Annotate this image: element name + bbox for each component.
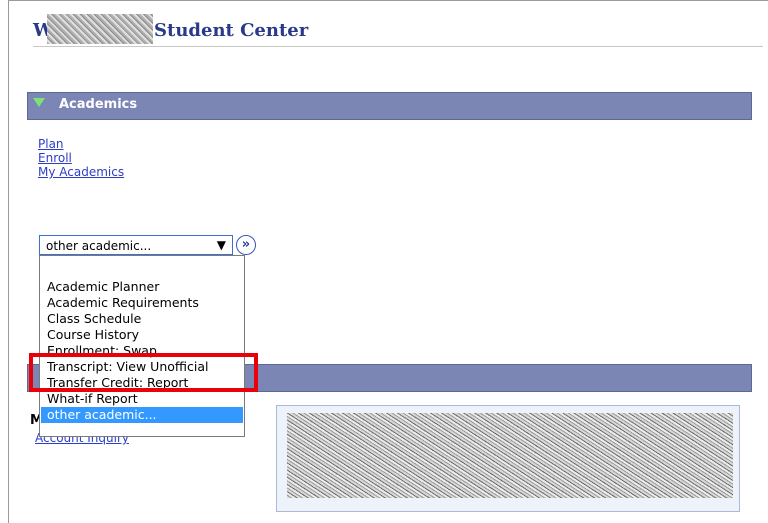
my-academics-link[interactable]: My Academics	[38, 165, 124, 179]
other-academic-options: Academic Planner Academic Requirements C…	[39, 255, 245, 437]
go-button[interactable]: »	[236, 235, 256, 255]
page-title: Student Center	[154, 20, 309, 41]
redacted-image	[287, 413, 733, 498]
option-academic-requirements[interactable]: Academic Requirements	[41, 295, 243, 311]
option-what-if-report[interactable]: What-if Report	[41, 391, 243, 407]
plan-link[interactable]: Plan	[38, 137, 124, 151]
option-class-schedule[interactable]: Class Schedule	[41, 311, 243, 327]
option-academic-planner[interactable]: Academic Planner	[41, 279, 243, 295]
other-academic-select[interactable]: other academic... ▼	[39, 235, 233, 255]
academics-links: Plan Enroll My Academics	[38, 137, 124, 179]
select-current-value: other academic...	[46, 239, 152, 253]
dropdown-arrow-icon[interactable]: ▼	[217, 238, 226, 252]
option-other-academic[interactable]: other academic...	[41, 407, 243, 423]
double-chevron-right-icon: »	[241, 237, 251, 252]
option-course-history[interactable]: Course History	[41, 327, 243, 343]
page-header: W Student Center	[33, 12, 763, 47]
highlight-box	[29, 353, 258, 392]
enroll-link[interactable]: Enroll	[38, 151, 124, 165]
redacted-school-name	[47, 14, 153, 44]
academics-section-header[interactable]: Academics	[27, 92, 752, 120]
triangle-down-icon[interactable]	[33, 98, 45, 107]
academics-section-title: Academics	[59, 97, 138, 112]
